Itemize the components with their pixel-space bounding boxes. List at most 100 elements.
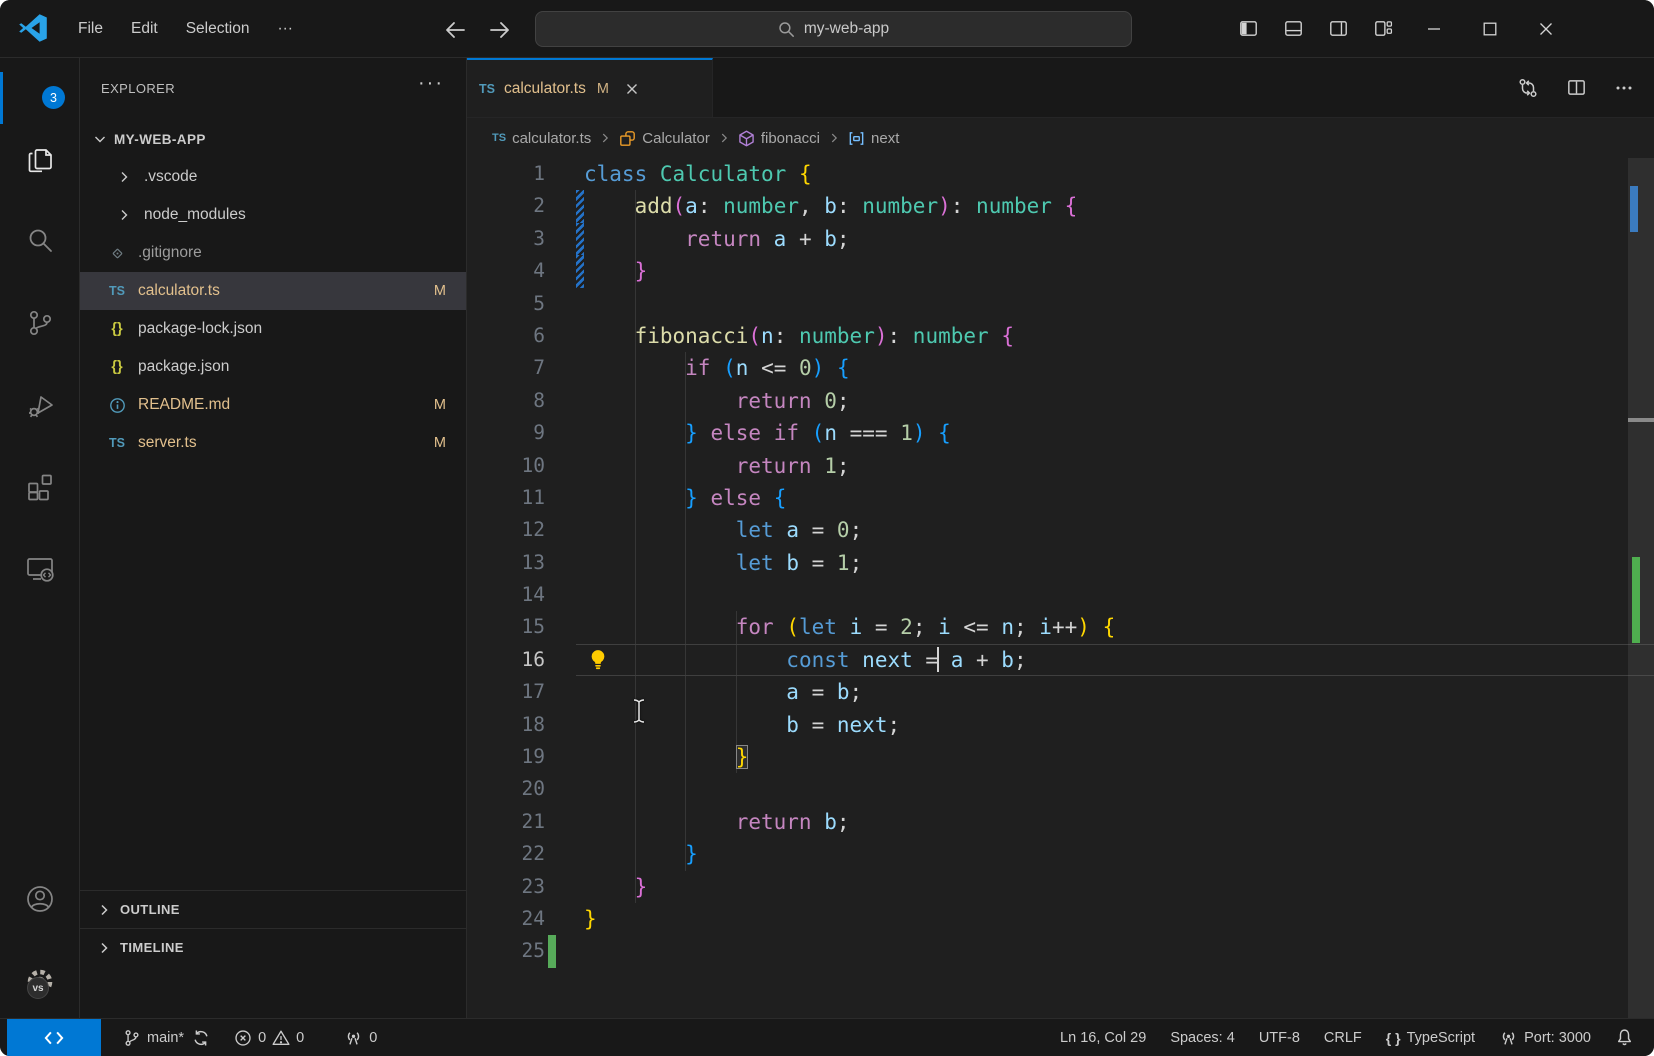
- status-problems[interactable]: 0 0: [222, 1019, 316, 1056]
- breadcrumb-separator-icon: [598, 131, 612, 145]
- code-line-23[interactable]: 23 }: [467, 871, 1654, 903]
- code-editor[interactable]: 1class Calculator {2 add(a: number, b: n…: [467, 158, 1654, 1018]
- editor-actions: [1517, 58, 1654, 117]
- file-row-package-json[interactable]: {} package.json: [80, 348, 466, 386]
- code-line-25[interactable]: 25: [467, 935, 1654, 967]
- code-line-5[interactable]: 5: [467, 288, 1654, 320]
- status-sync[interactable]: [188, 1019, 222, 1056]
- code-line-11[interactable]: 11 } else {: [467, 482, 1654, 514]
- explorer-view-icon[interactable]: [0, 128, 79, 190]
- code-line-1[interactable]: 1class Calculator {: [467, 158, 1654, 190]
- overview-modified-marker: [1630, 186, 1638, 232]
- maximize-button[interactable]: [1462, 0, 1518, 57]
- remote-explorer-view-icon[interactable]: [0, 538, 79, 600]
- status-indentation[interactable]: Spaces: 4: [1158, 1019, 1247, 1056]
- explorer-more-actions[interactable]: ···: [418, 72, 444, 95]
- tab-calculator-ts[interactable]: TS calculator.ts M: [467, 58, 713, 117]
- code-line-8[interactable]: 8 return 0;: [467, 385, 1654, 417]
- code-line-13[interactable]: 13 let b = 1;: [467, 547, 1654, 579]
- outline-section-header[interactable]: OUTLINE: [80, 890, 466, 928]
- vscode-window: File Edit Selection ··· my-web-app: [0, 0, 1654, 1056]
- folder-row-node-modules[interactable]: node_modules: [80, 196, 466, 234]
- toggle-secondary-sidebar-button[interactable]: [1316, 0, 1361, 57]
- source-control-view-icon[interactable]: [0, 292, 79, 354]
- line-number: 9: [467, 417, 545, 449]
- code-line-24[interactable]: 24}: [467, 903, 1654, 935]
- back-button[interactable]: [442, 17, 468, 43]
- code-line-4[interactable]: 4 }: [467, 255, 1654, 287]
- run-and-debug-view-icon[interactable]: [0, 374, 79, 436]
- workspace-root-row[interactable]: MY-WEB-APP: [80, 120, 466, 158]
- breadcrumb-method[interactable]: fibonacci: [738, 130, 820, 147]
- file-row-server-ts[interactable]: TS server.ts M: [80, 424, 466, 462]
- code-line-21[interactable]: 21 return b;: [467, 806, 1654, 838]
- code-line-9[interactable]: 9 } else if (n === 1) {: [467, 417, 1654, 449]
- status-branch[interactable]: main*: [111, 1019, 188, 1056]
- json-file-icon: {}: [102, 359, 132, 375]
- file-row-readme[interactable]: README.md M: [80, 386, 466, 424]
- workspace-root-label: MY-WEB-APP: [114, 132, 206, 147]
- forward-button[interactable]: [487, 17, 513, 43]
- indent-guide: [635, 288, 636, 320]
- error-icon: [234, 1029, 252, 1047]
- line-number: 17: [467, 676, 545, 708]
- code-line-3[interactable]: 3 return a + b;: [467, 223, 1654, 255]
- git-modified-badge: M: [434, 283, 446, 299]
- more-actions-icon[interactable]: [1614, 78, 1634, 98]
- status-cursor-position[interactable]: Ln 16, Col 29: [1048, 1019, 1158, 1056]
- code-line-20[interactable]: 20: [467, 773, 1654, 805]
- menu-edit[interactable]: Edit: [117, 14, 172, 44]
- status-notifications-bell[interactable]: [1603, 1019, 1646, 1056]
- status-forwarded-ports[interactable]: 0: [332, 1019, 389, 1056]
- workbench: 3 vs EXPLORER ··· MY-WEB-A: [0, 58, 1654, 1018]
- code-line-12[interactable]: 12 let a = 0;: [467, 514, 1654, 546]
- toggle-primary-sidebar-button[interactable]: [1226, 0, 1271, 57]
- breadcrumb-variable[interactable]: next: [848, 130, 899, 147]
- info-file-icon: [102, 397, 132, 414]
- open-changes-icon[interactable]: [1517, 77, 1539, 99]
- command-center-search[interactable]: my-web-app: [535, 11, 1132, 47]
- code-line-15[interactable]: 15 for (let i = 2; i <= n; i++) {: [467, 611, 1654, 643]
- status-encoding[interactable]: UTF-8: [1247, 1019, 1312, 1056]
- extensions-view-icon[interactable]: [0, 456, 79, 518]
- code-line-14[interactable]: 14: [467, 579, 1654, 611]
- tab-close-icon[interactable]: [624, 81, 640, 97]
- close-window-button[interactable]: [1518, 0, 1574, 57]
- menu-more[interactable]: ···: [263, 14, 307, 44]
- menu-file[interactable]: File: [64, 14, 117, 44]
- code-text: }: [584, 903, 1654, 935]
- file-row-gitignore[interactable]: .gitignore: [80, 234, 466, 272]
- code-line-19[interactable]: 19 }: [467, 741, 1654, 773]
- folder-row-vscode[interactable]: .vscode: [80, 158, 466, 196]
- code-line-6[interactable]: 6 fibonacci(n: number): number {: [467, 320, 1654, 352]
- code-line-10[interactable]: 10 return 1;: [467, 450, 1654, 482]
- symbol-method-icon: [738, 130, 755, 147]
- explorer-title: EXPLORER: [101, 81, 175, 96]
- remote-indicator[interactable]: [7, 1019, 101, 1056]
- status-eol[interactable]: CRLF: [1312, 1019, 1374, 1056]
- customize-layout-button[interactable]: [1361, 0, 1406, 57]
- code-line-22[interactable]: 22 }: [467, 838, 1654, 870]
- code-line-7[interactable]: 7 if (n <= 0) {: [467, 352, 1654, 384]
- status-port[interactable]: Port: 3000: [1487, 1019, 1603, 1056]
- code-text: a = b;: [584, 676, 1654, 708]
- code-line-16[interactable]: 16 const next = a + b;: [467, 644, 1654, 676]
- breadcrumb-file[interactable]: TS calculator.ts: [492, 130, 591, 147]
- file-row-package-lock[interactable]: {} package-lock.json: [80, 310, 466, 348]
- accounts-icon[interactable]: [0, 868, 79, 930]
- search-view-icon[interactable]: [0, 210, 79, 272]
- code-line-2[interactable]: 2 add(a: number, b: number): number {: [467, 190, 1654, 222]
- breadcrumb-class[interactable]: Calculator: [619, 130, 710, 147]
- git-modified-gutter: [576, 223, 584, 255]
- code-text: let b = 1;: [584, 547, 1654, 579]
- minimize-button[interactable]: [1406, 0, 1462, 57]
- menu-selection[interactable]: Selection: [172, 14, 264, 44]
- editor-group: TS calculator.ts M TS calculator.ts: [467, 58, 1654, 1018]
- file-row-calculator-ts[interactable]: TS calculator.ts M: [80, 272, 466, 310]
- status-language[interactable]: { } TypeScript: [1374, 1019, 1487, 1056]
- timeline-section-header[interactable]: TIMELINE: [80, 928, 466, 966]
- line-number: 21: [467, 806, 545, 838]
- split-editor-icon[interactable]: [1566, 77, 1587, 98]
- toggle-panel-button[interactable]: [1271, 0, 1316, 57]
- json-file-icon: {}: [102, 321, 132, 337]
